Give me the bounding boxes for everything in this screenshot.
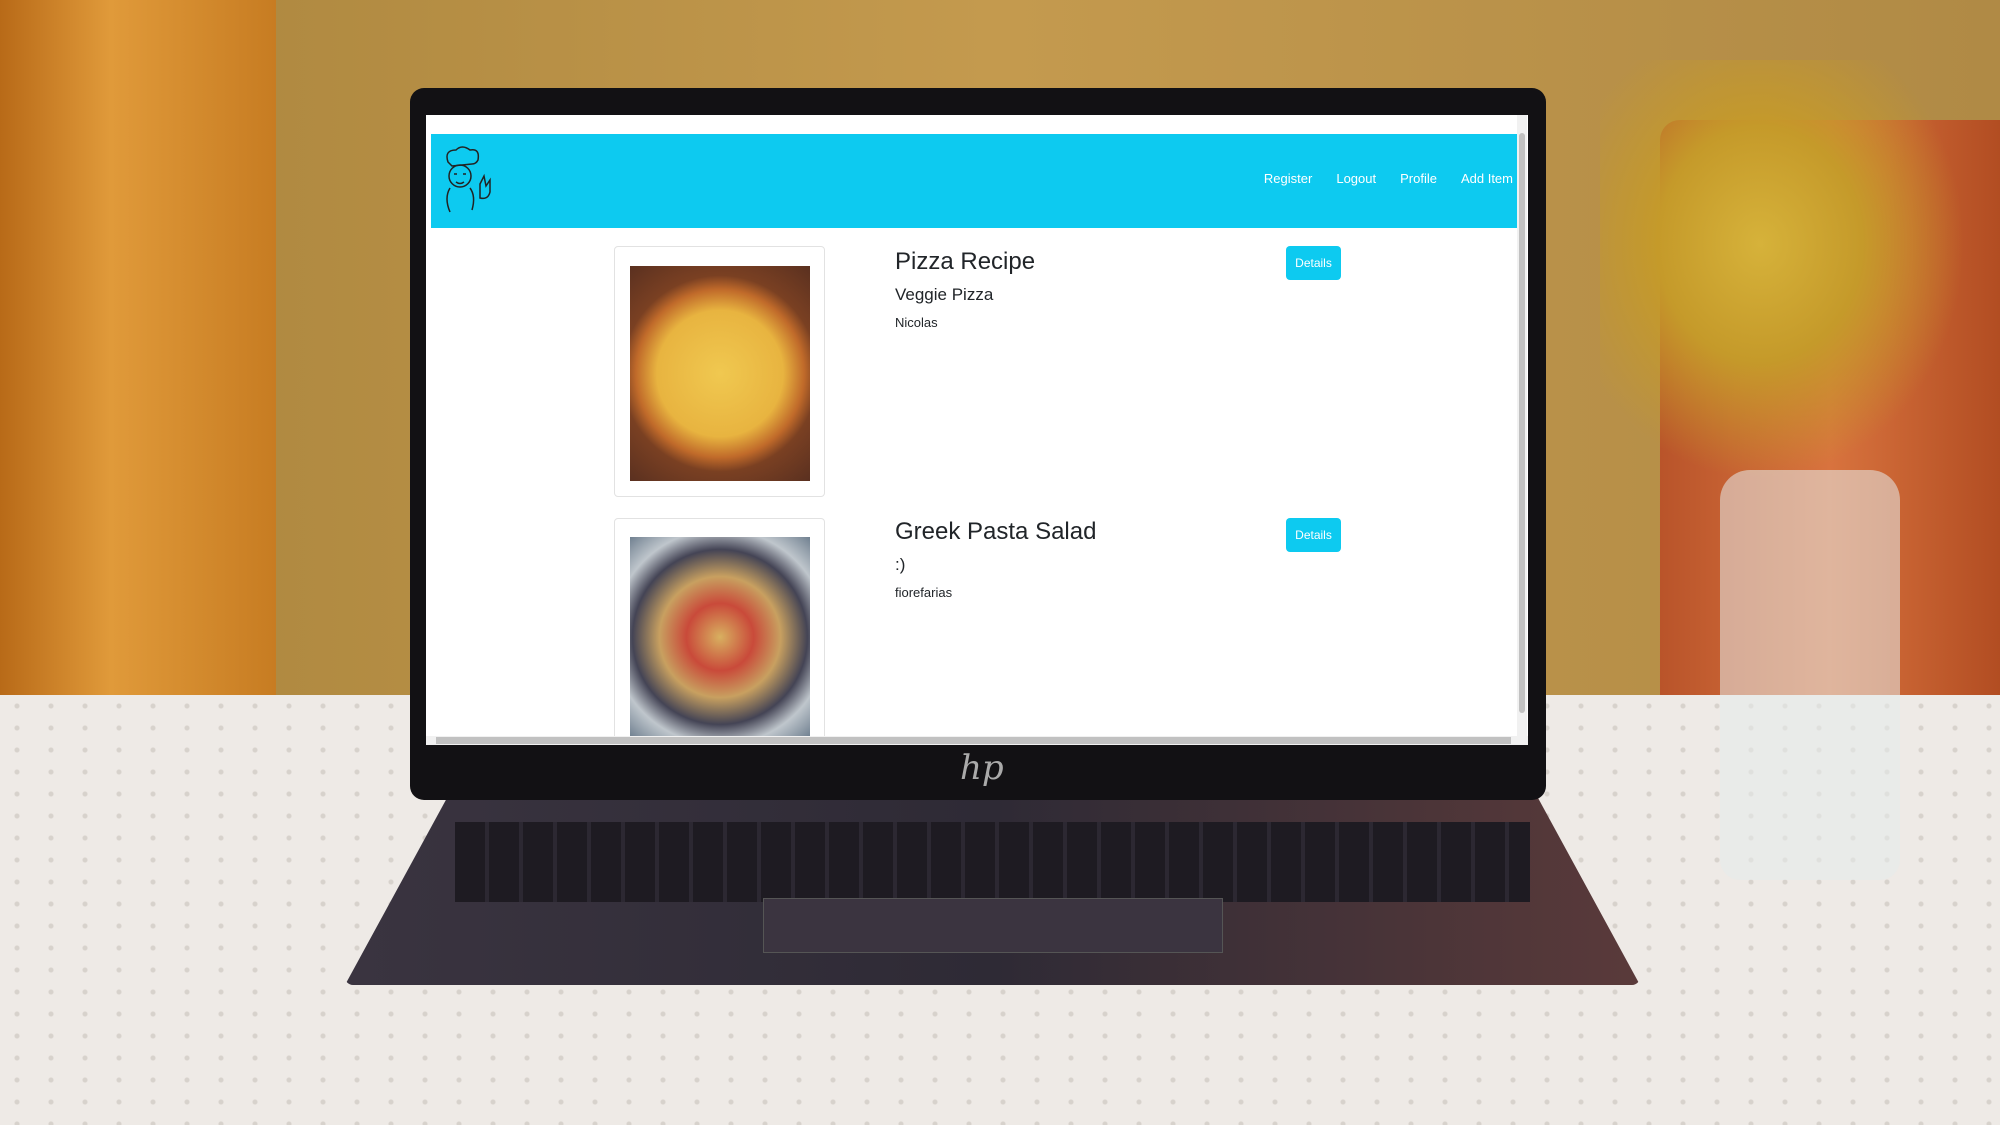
nav-add-item-link[interactable]: Add Item xyxy=(1461,171,1513,186)
pizza-image xyxy=(630,266,810,481)
chef-logo-icon[interactable] xyxy=(436,144,496,218)
navbar: Register Logout Profile Add Item xyxy=(431,134,1517,228)
recipe-card-image-frame xyxy=(614,518,825,745)
recipe-author: Nicolas xyxy=(895,315,938,330)
vertical-scrollbar[interactable] xyxy=(1517,115,1527,736)
scrollbar-thumb[interactable] xyxy=(1519,133,1525,713)
trackpad xyxy=(763,898,1223,953)
recipe-author: fiorefarias xyxy=(895,585,953,600)
pasta-salad-image xyxy=(630,537,810,737)
hp-logo: hp xyxy=(960,748,1004,788)
details-button[interactable]: Details xyxy=(1286,518,1341,552)
recipe-subtitle: Veggie Pizza xyxy=(895,285,994,304)
recipe-card-image-frame xyxy=(614,246,825,497)
nav-register-link[interactable]: Register xyxy=(1264,171,1312,186)
nav-links: Register Logout Profile Add Item xyxy=(1264,171,1513,186)
keyboard-keys xyxy=(455,822,1530,902)
horizontal-scrollbar[interactable] xyxy=(426,736,1528,745)
recipe-title: Pizza Recipe xyxy=(895,248,1036,275)
details-button[interactable]: Details xyxy=(1286,246,1341,280)
dried-flowers xyxy=(1600,60,2000,520)
scrollbar-thumb[interactable] xyxy=(436,737,1511,744)
recipe-title: Greek Pasta Salad xyxy=(895,518,1097,545)
nav-profile-link[interactable]: Profile xyxy=(1400,171,1437,186)
glass-vase xyxy=(1720,470,1900,880)
browser-screen: Register Logout Profile Add Item Pizza R… xyxy=(426,115,1528,745)
recipe-subtitle: :) xyxy=(895,555,906,574)
nav-logout-link[interactable]: Logout xyxy=(1336,171,1376,186)
